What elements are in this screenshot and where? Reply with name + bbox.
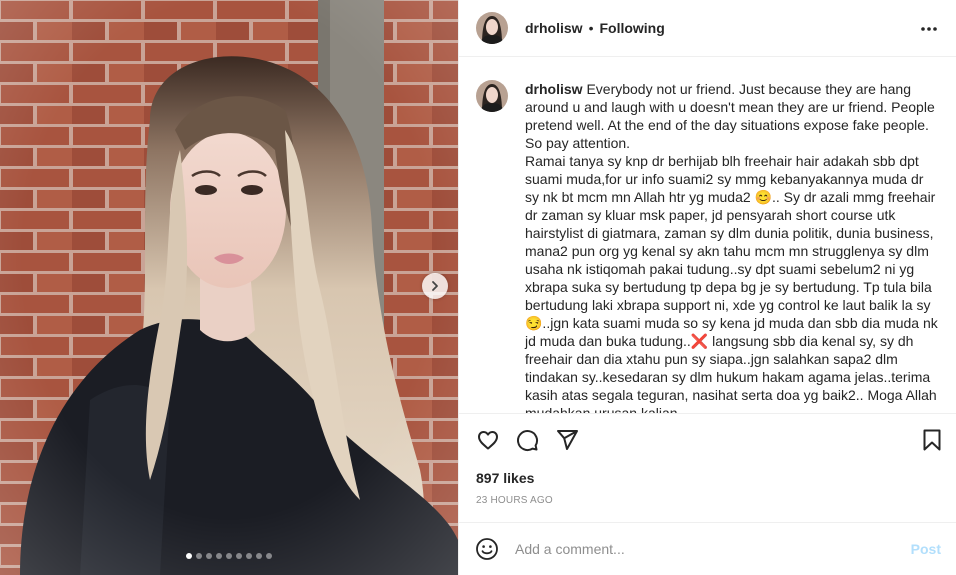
post-comment-button[interactable]: Post xyxy=(911,541,941,557)
comment-input[interactable] xyxy=(515,541,895,557)
post-image xyxy=(0,0,458,575)
header-username[interactable]: drholisw xyxy=(525,20,583,36)
likes-count[interactable]: 897 likes xyxy=(476,470,534,486)
comment-icon[interactable] xyxy=(515,428,539,452)
profile-picture xyxy=(476,12,508,44)
bookmark-icon[interactable] xyxy=(920,428,944,452)
share-icon[interactable] xyxy=(555,428,579,452)
carousel-dot xyxy=(256,553,262,559)
carousel-dot xyxy=(186,553,192,559)
post-timestamp[interactable]: 23 HOURS AGO xyxy=(476,495,553,506)
profile-picture xyxy=(476,80,508,112)
post-header: drholisw • Following xyxy=(459,0,956,57)
header-separator: • xyxy=(588,20,594,36)
caption-avatar[interactable] xyxy=(476,80,508,112)
heart-icon[interactable] xyxy=(476,428,500,452)
emoji-icon[interactable] xyxy=(475,537,499,561)
chevron-right-icon xyxy=(432,281,438,291)
caption: drholisw Everybody not ur friend. Just b… xyxy=(476,80,941,414)
post-sidebar: drholisw • Following drholisw Everybody … xyxy=(458,0,956,575)
carousel-indicator xyxy=(0,553,458,559)
comment-bar: Post xyxy=(459,522,956,575)
carousel-dot xyxy=(266,553,272,559)
caption-body: Everybody not ur friend. Just because th… xyxy=(525,81,938,414)
caption-text: drholisw Everybody not ur friend. Just b… xyxy=(525,80,941,414)
carousel-dot xyxy=(206,553,212,559)
following-button[interactable]: Following xyxy=(599,20,664,36)
comments-scroll-area[interactable]: drholisw Everybody not ur friend. Just b… xyxy=(459,58,956,414)
caption-username[interactable]: drholisw xyxy=(525,81,583,97)
post-photo[interactable] xyxy=(0,0,458,575)
next-slide-button[interactable] xyxy=(422,273,448,299)
carousel-dot xyxy=(246,553,252,559)
carousel-dot xyxy=(196,553,202,559)
action-bar xyxy=(459,426,956,454)
carousel-dot xyxy=(216,553,222,559)
carousel-dot xyxy=(236,553,242,559)
more-options-icon[interactable] xyxy=(919,19,939,39)
avatar[interactable] xyxy=(476,12,508,44)
carousel-dot xyxy=(226,553,232,559)
